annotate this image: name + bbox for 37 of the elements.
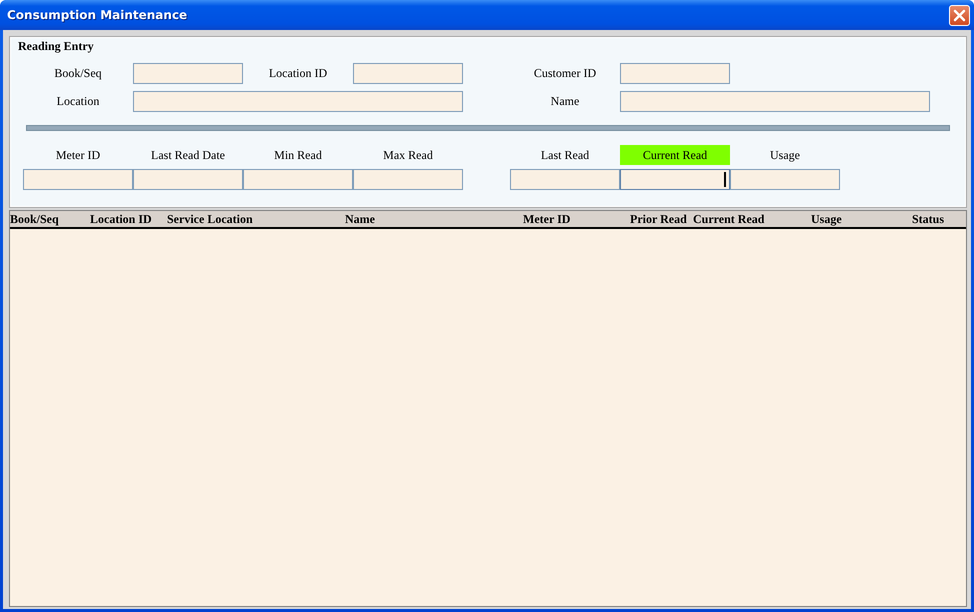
- input-field[interactable]: [353, 63, 463, 84]
- input-field[interactable]: [243, 169, 353, 190]
- input-field[interactable]: [620, 91, 930, 112]
- close-button[interactable]: [949, 4, 970, 26]
- input-field[interactable]: [620, 169, 730, 190]
- input-field[interactable]: [730, 169, 840, 190]
- column-header[interactable]: Prior Read: [630, 212, 693, 226]
- input-field[interactable]: [133, 63, 243, 84]
- column-header[interactable]: Meter ID: [523, 212, 630, 226]
- field-label: Current Read: [620, 145, 730, 165]
- column-header[interactable]: Service Location: [167, 212, 345, 226]
- field-label: Customer ID: [532, 66, 598, 81]
- field-label: Min Read: [273, 147, 323, 164]
- field-label: Last Read: [540, 147, 590, 164]
- field-label: Usage: [769, 147, 801, 164]
- input-field[interactable]: [620, 63, 730, 84]
- field-label: Location ID: [268, 66, 328, 81]
- field-label: Location: [56, 94, 100, 109]
- column-header[interactable]: Usage: [811, 212, 909, 226]
- input-field[interactable]: [133, 91, 463, 112]
- column-header[interactable]: Location ID: [89, 212, 167, 226]
- input-field[interactable]: [133, 169, 243, 190]
- close-icon: [953, 8, 966, 22]
- field-label: Book/Seq: [53, 66, 103, 81]
- column-header[interactable]: Name: [345, 212, 523, 226]
- input-field[interactable]: [510, 169, 620, 190]
- field-label: Name: [550, 94, 580, 109]
- input-field[interactable]: [353, 169, 463, 190]
- field-label: Meter ID: [54, 147, 102, 164]
- window-title: Consumption Maintenance: [7, 8, 188, 22]
- field-label: Last Read Date: [150, 147, 226, 164]
- field-label: Max Read: [382, 147, 434, 164]
- column-header[interactable]: Status: [909, 212, 966, 226]
- column-header[interactable]: Current Read: [693, 212, 811, 226]
- column-header[interactable]: Book/Seq: [10, 212, 89, 226]
- panel-title: Reading Entry: [18, 39, 94, 54]
- input-field[interactable]: [23, 169, 133, 190]
